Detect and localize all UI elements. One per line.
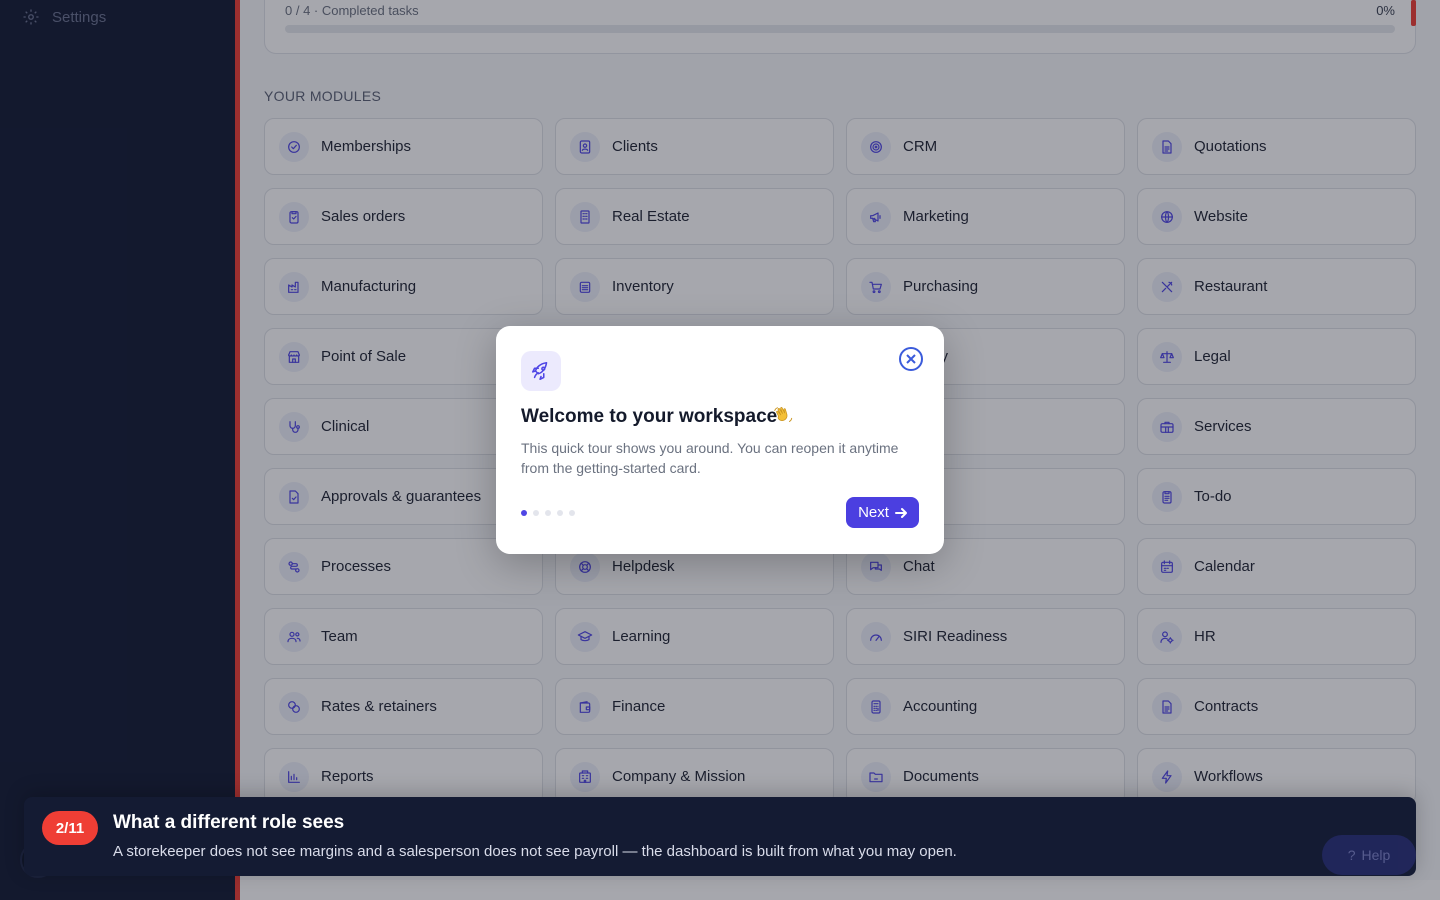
step-dot[interactable] xyxy=(521,510,527,516)
step-counter-badge: 2/11 xyxy=(42,811,98,845)
step-dot[interactable] xyxy=(569,510,575,516)
tour-step-banner: 2/11 What a different role sees A storek… xyxy=(24,797,1416,876)
step-indicator xyxy=(521,510,575,516)
step-dot[interactable] xyxy=(545,510,551,516)
step-dot[interactable] xyxy=(557,510,563,516)
banner-title: What a different role sees xyxy=(113,812,345,833)
banner-description: A storekeeper does not see margins and a… xyxy=(113,843,957,860)
rocket-icon xyxy=(521,351,561,391)
help-button[interactable]: ? Help xyxy=(1322,835,1416,875)
next-button[interactable]: Next xyxy=(846,497,919,528)
dialog-title: Welcome to your workspace xyxy=(521,406,778,427)
help-icon: ? xyxy=(1347,847,1356,863)
dialog-description: This quick tour shows you around. You ca… xyxy=(521,440,899,476)
close-icon xyxy=(906,354,916,364)
step-dot[interactable] xyxy=(533,510,539,516)
next-button-label: Next xyxy=(858,504,889,521)
help-button-label: Help xyxy=(1361,847,1391,863)
welcome-tour-dialog: Welcome to your workspace This quick tou… xyxy=(496,326,944,554)
waving-hand-icon xyxy=(774,407,793,422)
arrow-right-icon xyxy=(894,507,907,518)
close-button[interactable] xyxy=(899,347,923,371)
